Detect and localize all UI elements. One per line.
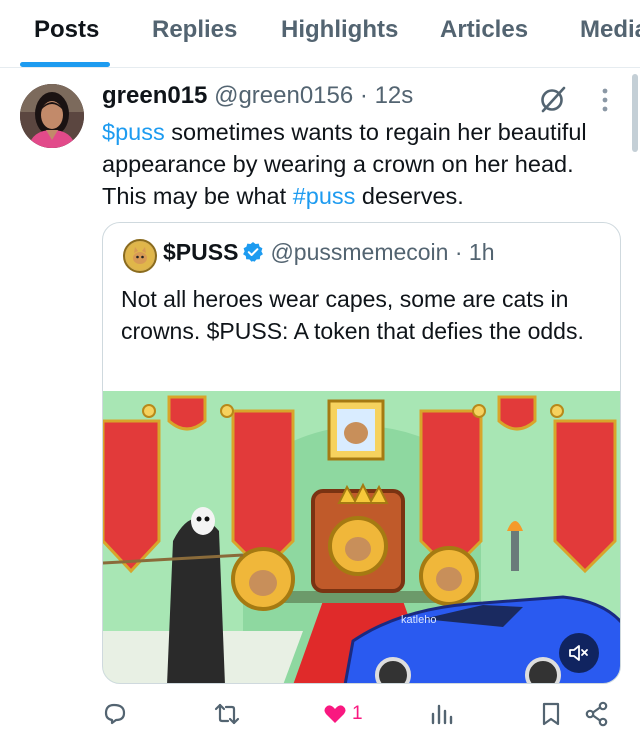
like-button[interactable]: 1 [322,700,363,728]
cashtag-link[interactable]: $puss [102,119,165,145]
quoted-header: $PUSS @pussmemecoin · 1h [163,239,495,266]
tab-highlights[interactable]: Highlights [281,16,398,44]
avatar[interactable] [20,84,84,148]
bookmark-icon [542,702,560,726]
verified-badge-icon [243,242,264,262]
reply-button[interactable] [102,700,128,728]
quoted-avatar[interactable] [123,239,157,273]
post-text-part2: deserves. [355,183,464,209]
reply-icon [104,703,126,725]
quoted-time-separator: · [454,239,463,265]
post-header: green015 @green0156 · 12s [102,82,413,110]
profile-tabs: Posts Replies Highlights Articles Media [0,0,640,68]
views-button[interactable] [428,700,454,728]
share-icon [585,701,608,727]
tab-posts[interactable]: Posts [34,16,99,44]
muted-speaker-icon [569,645,588,661]
heart-icon [324,705,346,723]
time-separator: · [359,82,368,109]
mute-button[interactable] [559,633,599,673]
quoted-text: Not all heroes wear capes, some are cats… [121,286,584,344]
bookmark-button[interactable] [538,700,564,728]
tab-articles[interactable]: Articles [440,16,528,44]
grok-icon[interactable] [538,84,568,114]
quoted-time[interactable]: 1h [469,239,495,265]
tab-replies[interactable]: Replies [152,16,237,44]
post-time[interactable]: 12s [375,82,414,109]
user-handle[interactable]: @green0156 [214,82,353,109]
repost-button[interactable] [214,700,240,728]
post-text: $puss sometimes wants to regain her beau… [102,116,622,212]
display-name[interactable]: green015 [102,82,207,109]
quoted-display-name[interactable]: $PUSS [163,239,238,265]
quoted-media-video[interactable]: katleho [103,391,621,684]
active-tab-indicator [20,62,110,67]
post-actions: 1 [0,692,640,736]
media-watermark: katleho [401,614,436,626]
like-count: 1 [352,703,363,724]
scrollbar[interactable] [632,74,638,152]
views-icon [431,704,453,725]
quoted-handle[interactable]: @pussmemecoin [270,239,448,265]
tab-media[interactable]: Media [580,16,640,44]
repost-icon [214,703,240,725]
hashtag-link[interactable]: #puss [293,183,356,209]
share-button[interactable] [584,700,610,728]
quoted-post[interactable]: $PUSS @pussmemecoin · 1h Not all heroes … [102,222,621,684]
more-options-icon[interactable] [596,86,614,114]
